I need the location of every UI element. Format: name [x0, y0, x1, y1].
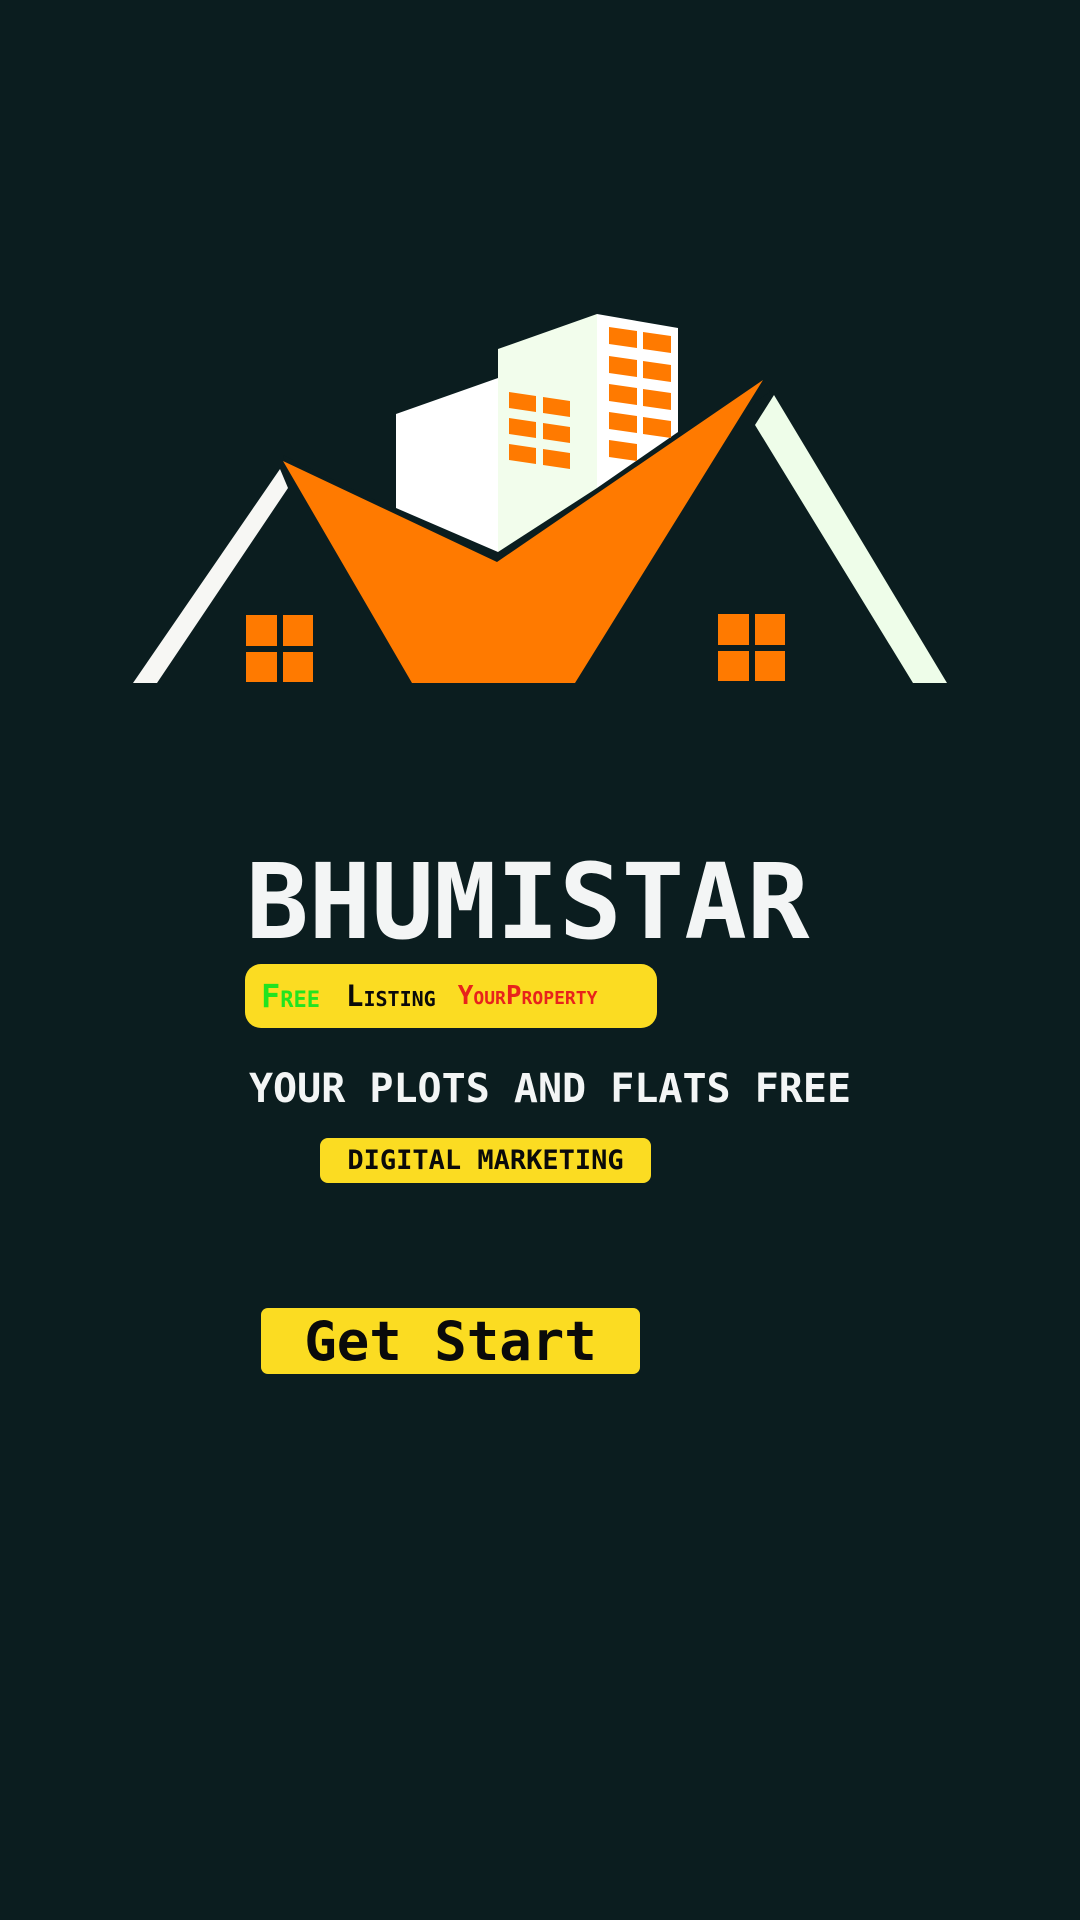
get-start-button[interactable]: Get Start	[261, 1308, 640, 1374]
digital-marketing-badge: DIGITAL MARKETING	[320, 1138, 651, 1183]
tagline: YOUR PLOTS AND FLATS FREE	[248, 1066, 852, 1112]
free-listing-badge: Free Listing YourProperty	[245, 964, 657, 1028]
badge-word-listing: Listing	[346, 979, 436, 1013]
left-window-icon	[246, 615, 313, 682]
badge-word-property: YourProperty	[457, 981, 598, 1011]
right-window-icon	[718, 614, 785, 681]
badge-word-free: Free	[261, 977, 321, 1015]
left-roof-line	[133, 469, 288, 683]
app-title: BHUMISTAR	[246, 841, 810, 963]
house-buildings-logo-icon	[133, 314, 947, 683]
